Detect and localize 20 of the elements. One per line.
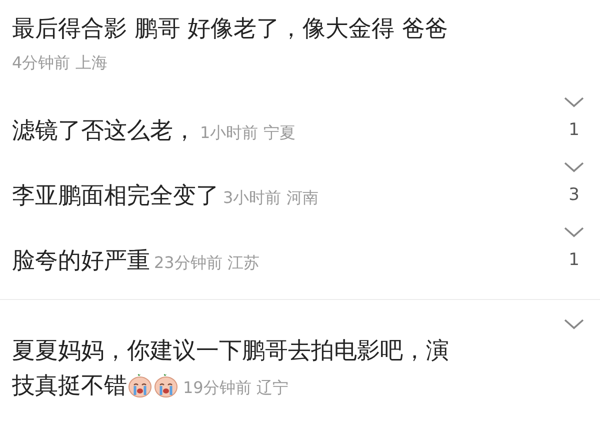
- comment-meta: 1小时前 宁夏: [200, 123, 296, 142]
- comment-text: 脸夸的好严重: [12, 248, 150, 274]
- comment-meta: 19分钟前 辽宁: [183, 378, 288, 397]
- comment-meta: 3小时前 河南: [223, 188, 318, 207]
- comment-text: 李亚鹏面相完全变了: [12, 183, 219, 209]
- crying-emoji-icon: [127, 372, 153, 398]
- dislike-count: 1: [568, 250, 580, 270]
- chevron-down-icon[interactable]: [563, 161, 585, 173]
- comment-text: 夏夏妈妈，你建议一下鹏哥去拍电影吧，演: [12, 337, 450, 366]
- comment-text: 滤镜了否这么老，: [12, 118, 196, 144]
- crying-emoji-icon: [153, 372, 179, 398]
- chevron-down-icon[interactable]: [563, 96, 585, 108]
- chevron-down-icon[interactable]: [563, 318, 585, 330]
- chevron-down-icon[interactable]: [563, 226, 585, 238]
- comment-text: 技真挺不错: [12, 373, 127, 399]
- dislike-count: 1: [568, 120, 580, 140]
- comment-meta: 23分钟前 江苏: [154, 253, 260, 272]
- comment-text: 最后得合影 鹏哥 好像老了，像大金得 爸爸: [12, 16, 448, 42]
- dislike-count: 3: [568, 185, 580, 205]
- comment-meta: 4分钟前 上海: [12, 52, 108, 74]
